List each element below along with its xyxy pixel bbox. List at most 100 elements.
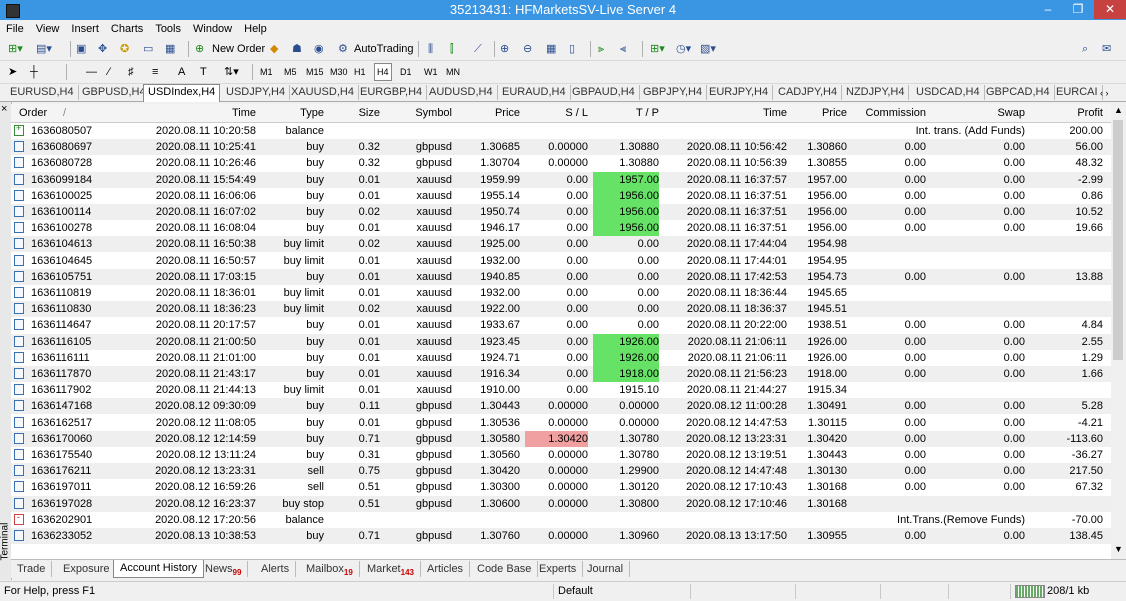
tab-code-base[interactable]: Code Base xyxy=(471,561,539,577)
cursor-icon[interactable]: ➤ xyxy=(8,64,17,80)
menu-window[interactable]: Window xyxy=(187,20,238,38)
label-icon[interactable]: T xyxy=(200,64,207,80)
menu-view[interactable]: View xyxy=(30,20,66,38)
metaeditor-icon[interactable]: ◆ xyxy=(270,41,278,57)
autoscroll-icon[interactable]: ⫸ xyxy=(598,41,604,57)
table-row[interactable]: 1636110819 2020.08.11 18:36:01 buy limit 0.… xyxy=(11,285,1111,301)
tab-alerts[interactable]: Alerts xyxy=(255,561,297,577)
crosshair-icon[interactable]: ┼ xyxy=(30,64,38,80)
chart-tab-audusd[interactable]: AUDUSD,H4 xyxy=(425,85,498,100)
col-size[interactable]: Size xyxy=(329,104,380,122)
tab-articles[interactable]: Articles xyxy=(421,561,471,577)
tab-account-history[interactable]: Account History xyxy=(113,560,205,578)
table-row[interactable]: 1636147168 2020.08.12 09:30:09 buy 0.11 gbpu… xyxy=(11,398,1111,415)
zoom-out-icon[interactable]: ⊖ xyxy=(523,41,532,57)
profiles-icon[interactable]: ▤▾ xyxy=(36,41,52,57)
market-watch-icon[interactable]: ▣ xyxy=(76,41,86,57)
chart-tab-gbpaud[interactable]: GBPAUD,H4 xyxy=(568,85,640,100)
tab-exposure[interactable]: Exposure xyxy=(57,561,117,577)
periods-icon[interactable]: ◷▾ xyxy=(676,41,691,57)
close-terminal-icon[interactable]: × xyxy=(1,103,7,115)
timeframe-mn[interactable]: MN xyxy=(446,64,460,80)
table-row[interactable]: 1636116111 2020.08.11 21:01:00 buy 0.01 xauu… xyxy=(11,349,1111,366)
tab-news[interactable]: News99 xyxy=(199,561,249,577)
timeframe-m5[interactable]: M5 xyxy=(284,64,297,80)
menu-charts[interactable]: Charts xyxy=(105,20,149,38)
chart-shift-icon[interactable]: ▯ xyxy=(569,41,575,57)
line-chart-icon[interactable]: ⟋ xyxy=(474,41,482,57)
maximize-button[interactable]: ❐ xyxy=(1063,0,1093,19)
table-row[interactable]: 1636233052 2020.08.13 10:38:53 buy 0.71 gbpu… xyxy=(11,528,1111,544)
col-close-time[interactable]: Time xyxy=(671,104,787,122)
table-row[interactable]: 1636197028 2020.08.12 16:23:37 buy stop 0.5… xyxy=(11,495,1111,512)
table-row[interactable]: 1636176211 2020.08.12 13:23:31 sell 0.75 gbp… xyxy=(11,463,1111,480)
col-commission[interactable]: Commission xyxy=(853,104,926,122)
table-row[interactable]: 1636105751 2020.08.11 17:03:15 buy 0.01 xauu… xyxy=(11,268,1111,285)
timeframe-m15[interactable]: M15 xyxy=(306,64,324,80)
table-row[interactable]: 1636175540 2020.08.12 13:11:24 buy 0.31 gbpu… xyxy=(11,447,1111,463)
col-symbol[interactable]: Symbol xyxy=(385,104,452,122)
channel-icon[interactable]: ♯ xyxy=(128,64,134,80)
col-price[interactable]: Price xyxy=(457,104,520,122)
tab-trade[interactable]: Trade xyxy=(11,561,53,577)
navigator-icon[interactable]: ✥ xyxy=(98,41,107,57)
timeframe-d1[interactable]: D1 xyxy=(400,64,412,80)
chart-tab-eurgbp[interactable]: EURGBP,H4 xyxy=(356,85,428,100)
shift-end-icon[interactable]: ⫷ xyxy=(620,41,626,57)
table-row[interactable]: 1636100278 2020.08.11 16:08:04 buy 0.01 xauu… xyxy=(11,220,1111,237)
chart-tab-eurusd[interactable]: EURUSD,H4 xyxy=(6,85,79,100)
table-row[interactable]: 1636116105 2020.08.11 21:00:50 buy 0.01 xauu… xyxy=(11,333,1111,350)
col-time[interactable]: Time xyxy=(141,104,256,122)
bar-chart-icon[interactable]: ⫼ xyxy=(428,41,433,57)
tab-experts[interactable]: Experts xyxy=(533,561,584,577)
timeframe-m1[interactable]: M1 xyxy=(260,64,273,80)
table-row[interactable]: 1636202901 2020.08.12 17:20:56 balance Int.… xyxy=(11,512,1111,528)
table-row[interactable]: 1636117870 2020.08.11 21:43:17 buy 0.01 xauu… xyxy=(11,366,1111,382)
timeframe-m30[interactable]: M30 xyxy=(330,64,348,80)
chat-icon[interactable]: ✉ xyxy=(1102,41,1111,57)
close-button[interactable]: ✕ xyxy=(1094,0,1126,19)
col-swap[interactable]: Swap xyxy=(931,104,1025,122)
tab-mailbox[interactable]: Mailbox19 xyxy=(300,561,360,577)
timeframe-w1[interactable]: W1 xyxy=(424,64,438,80)
strategy-tester-icon[interactable]: ▦ xyxy=(165,41,175,57)
tab-journal[interactable]: Journal xyxy=(581,561,631,577)
search-icon[interactable]: ⌕ xyxy=(1082,41,1088,57)
table-row[interactable]: 1636162517 2020.08.12 11:08:05 buy 0.01 gbpu… xyxy=(11,415,1111,431)
table-row[interactable]: 1636104613 2020.08.11 16:50:38 buy limit 0.… xyxy=(11,236,1111,253)
table-row[interactable]: 1636100114 2020.08.11 16:07:02 buy 0.02 xauu… xyxy=(11,204,1111,220)
chart-tab-gbpcad[interactable]: GBPCAD,H4 xyxy=(982,85,1055,100)
tile-windows-icon[interactable]: ▦ xyxy=(546,41,556,57)
templates-icon[interactable]: ▧▾ xyxy=(700,41,716,57)
col-order[interactable]: Order xyxy=(19,104,47,122)
chart-tab-euraud[interactable]: EURAUD,H4 xyxy=(498,85,571,100)
table-row[interactable]: 1636099184 2020.08.11 15:54:49 buy 0.01 xauu… xyxy=(11,171,1111,188)
candlestick-icon[interactable]: ⫿ xyxy=(450,41,454,57)
scroll-thumb[interactable] xyxy=(1113,120,1123,360)
menu-tools[interactable]: Tools xyxy=(149,20,187,38)
chart-tab-eurjpy[interactable]: EURJPY,H4 xyxy=(705,85,774,100)
table-row[interactable]: 1636080728 2020.08.11 10:26:46 buy 0.32 gbpu… xyxy=(11,155,1111,171)
minimize-button[interactable]: – xyxy=(1033,0,1063,19)
fibonacci-icon[interactable]: ≡ xyxy=(152,64,158,80)
radio-icon[interactable]: ◉ xyxy=(314,41,324,57)
col-sl[interactable]: S / L xyxy=(525,104,588,122)
chart-tab-usdcad[interactable]: USDCAD,H4 xyxy=(912,85,985,100)
menu-file[interactable]: File xyxy=(0,20,30,38)
table-row[interactable]: 1636114647 2020.08.11 20:17:57 buy 0.01 xauu… xyxy=(11,317,1111,333)
new-order-icon[interactable]: ⊕ xyxy=(195,41,204,57)
terminal-icon[interactable]: ▭ xyxy=(143,41,153,57)
table-row[interactable]: 1636110830 2020.08.11 18:36:23 buy limit 0.… xyxy=(11,301,1111,318)
col-profit[interactable]: Profit xyxy=(1031,104,1103,122)
table-row[interactable]: 1636197011 2020.08.12 16:59:26 sell 0.51 gbp… xyxy=(11,479,1111,495)
chart-tab-usdjpy[interactable]: USDJPY,H4 xyxy=(222,85,291,100)
scroll-up-icon[interactable]: ▲ xyxy=(1114,105,1123,115)
col-type[interactable]: Type xyxy=(261,104,324,122)
chart-tab-usdindex[interactable]: USDIndex,H4 xyxy=(143,84,221,102)
table-row[interactable]: 1636100025 2020.08.11 16:06:06 buy 0.01 xauu… xyxy=(11,187,1111,204)
trendline-icon[interactable]: ∕ xyxy=(108,64,110,80)
horizontal-line-icon[interactable]: — xyxy=(86,64,97,80)
scroll-down-icon[interactable]: ▼ xyxy=(1114,544,1123,554)
chart-tab-nzdjpy[interactable]: NZDJPY,H4 xyxy=(842,85,910,100)
chart-tab-eurcad[interactable]: EURCAI xyxy=(1052,85,1103,100)
